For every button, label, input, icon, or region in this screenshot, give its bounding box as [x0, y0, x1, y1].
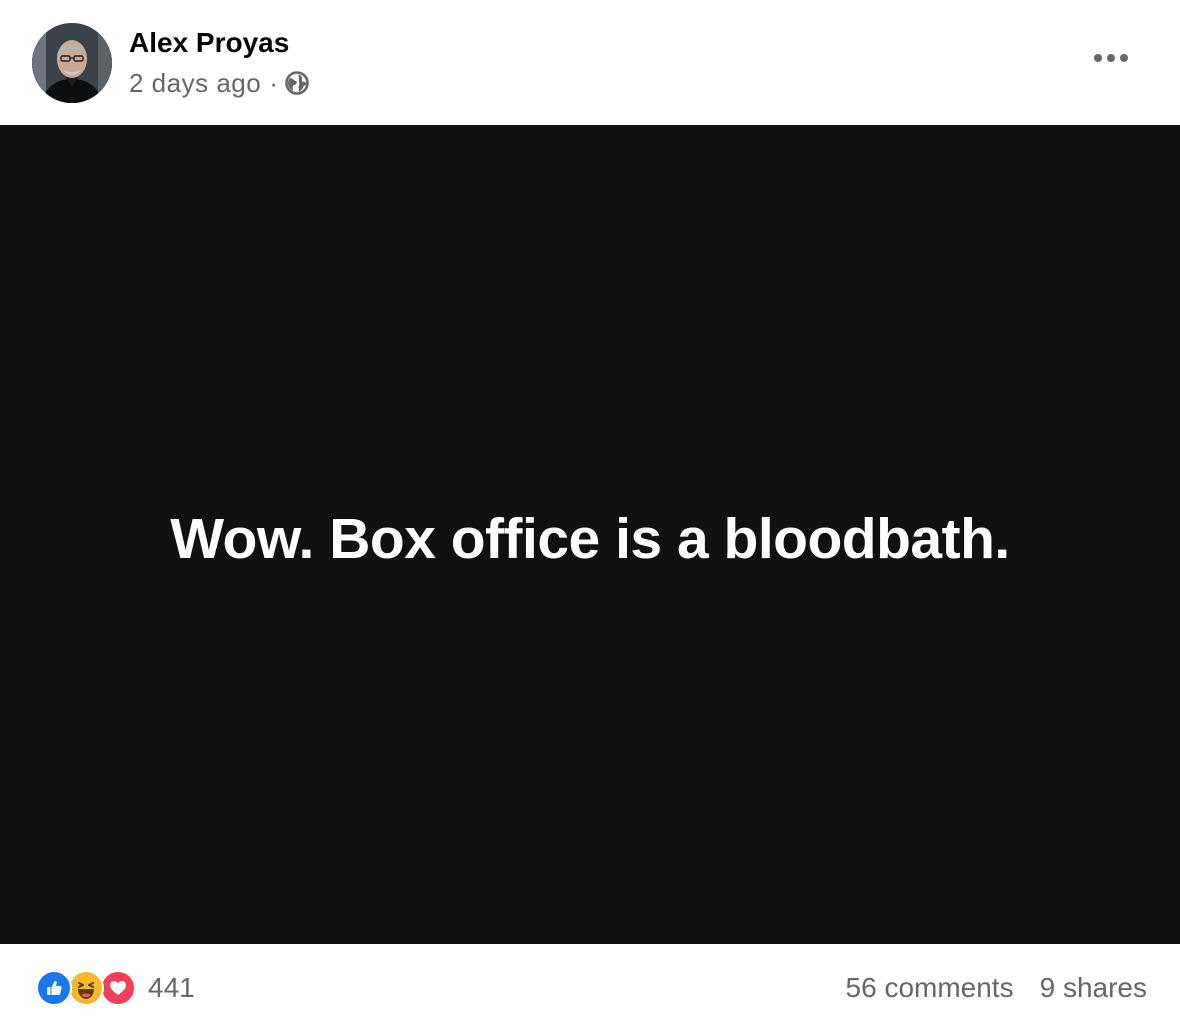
author-name[interactable]: Alex Proyas — [129, 26, 289, 60]
post-header: Alex Proyas 2 days ago · — [0, 0, 1180, 125]
post-text: Wow. Box office is a bloodbath. — [170, 506, 1010, 571]
like-reaction-icon — [36, 970, 72, 1006]
post-timestamp[interactable]: 2 days ago — [129, 68, 261, 99]
globe-icon[interactable] — [284, 70, 310, 96]
post-meta: 2 days ago · — [129, 66, 310, 100]
meta-separator: · — [269, 67, 279, 98]
post-footer: 441 56 comments 9 shares — [0, 944, 1180, 1022]
author-avatar[interactable] — [32, 23, 112, 103]
shares-count-link[interactable]: 9 shares — [1040, 972, 1147, 1004]
love-reaction-icon — [100, 970, 136, 1006]
reactions-summary[interactable]: 441 — [36, 970, 195, 1006]
post-media[interactable]: Wow. Box office is a bloodbath. — [0, 125, 1180, 944]
facebook-post: Alex Proyas 2 days ago · Wow. Box office… — [0, 0, 1180, 1022]
reaction-count: 441 — [148, 972, 195, 1003]
comments-count-link[interactable]: 56 comments — [846, 972, 1014, 1004]
avatar-photo — [32, 23, 112, 103]
more-horizontal-icon — [1094, 54, 1128, 62]
engagement-counts: 56 comments 9 shares — [846, 970, 1147, 1006]
haha-reaction-icon — [68, 970, 104, 1006]
more-options-button[interactable] — [1086, 38, 1136, 78]
